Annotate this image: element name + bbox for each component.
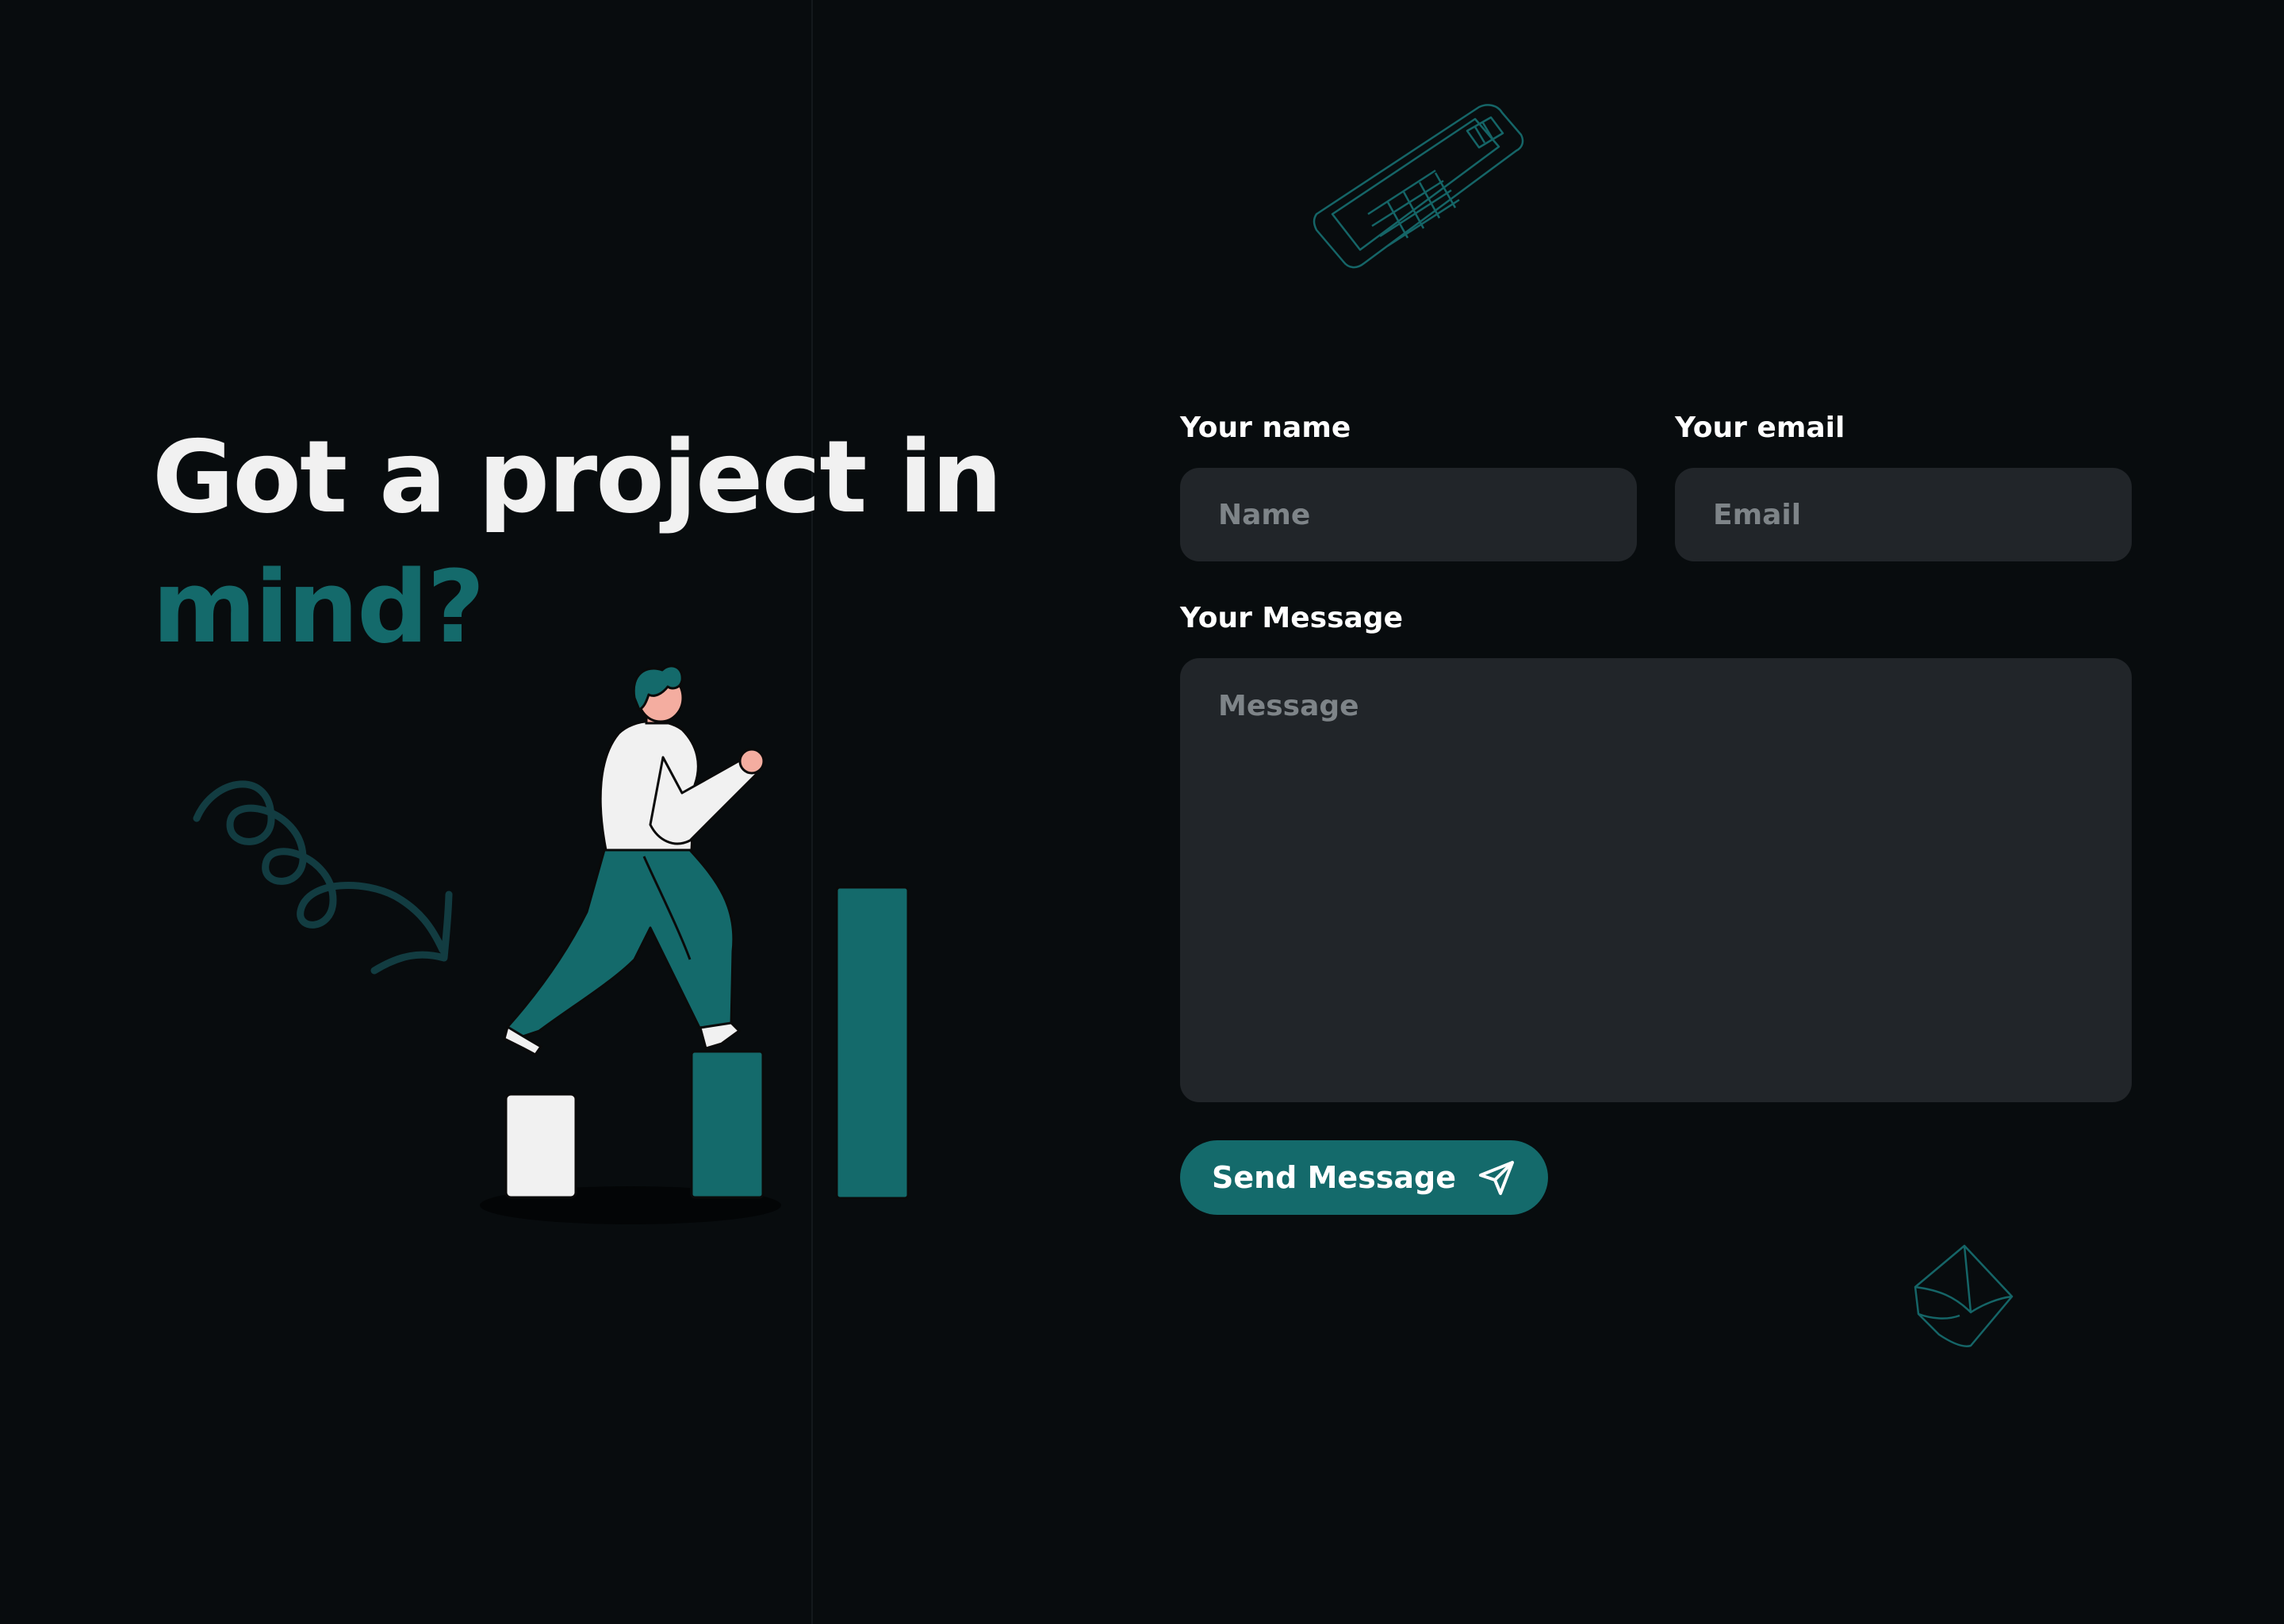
name-label: Your name [1180,412,1351,444]
send-message-label: Send Message [1211,1160,1457,1195]
message-label: Your Message [1180,602,1403,634]
send-icon [1477,1158,1516,1197]
message-textarea[interactable] [1180,658,2132,1102]
send-message-button[interactable]: Send Message [1180,1140,1548,1215]
email-input[interactable] [1675,468,2132,561]
contact-page: Got a project in mind? Your name Name Yo… [0,0,2284,1624]
envelope-sketch-icon [1914,1244,2014,1347]
keyboard-sketch-icon [1313,104,1524,269]
email-label: Your email [1675,412,1845,444]
name-input[interactable] [1180,468,1637,561]
